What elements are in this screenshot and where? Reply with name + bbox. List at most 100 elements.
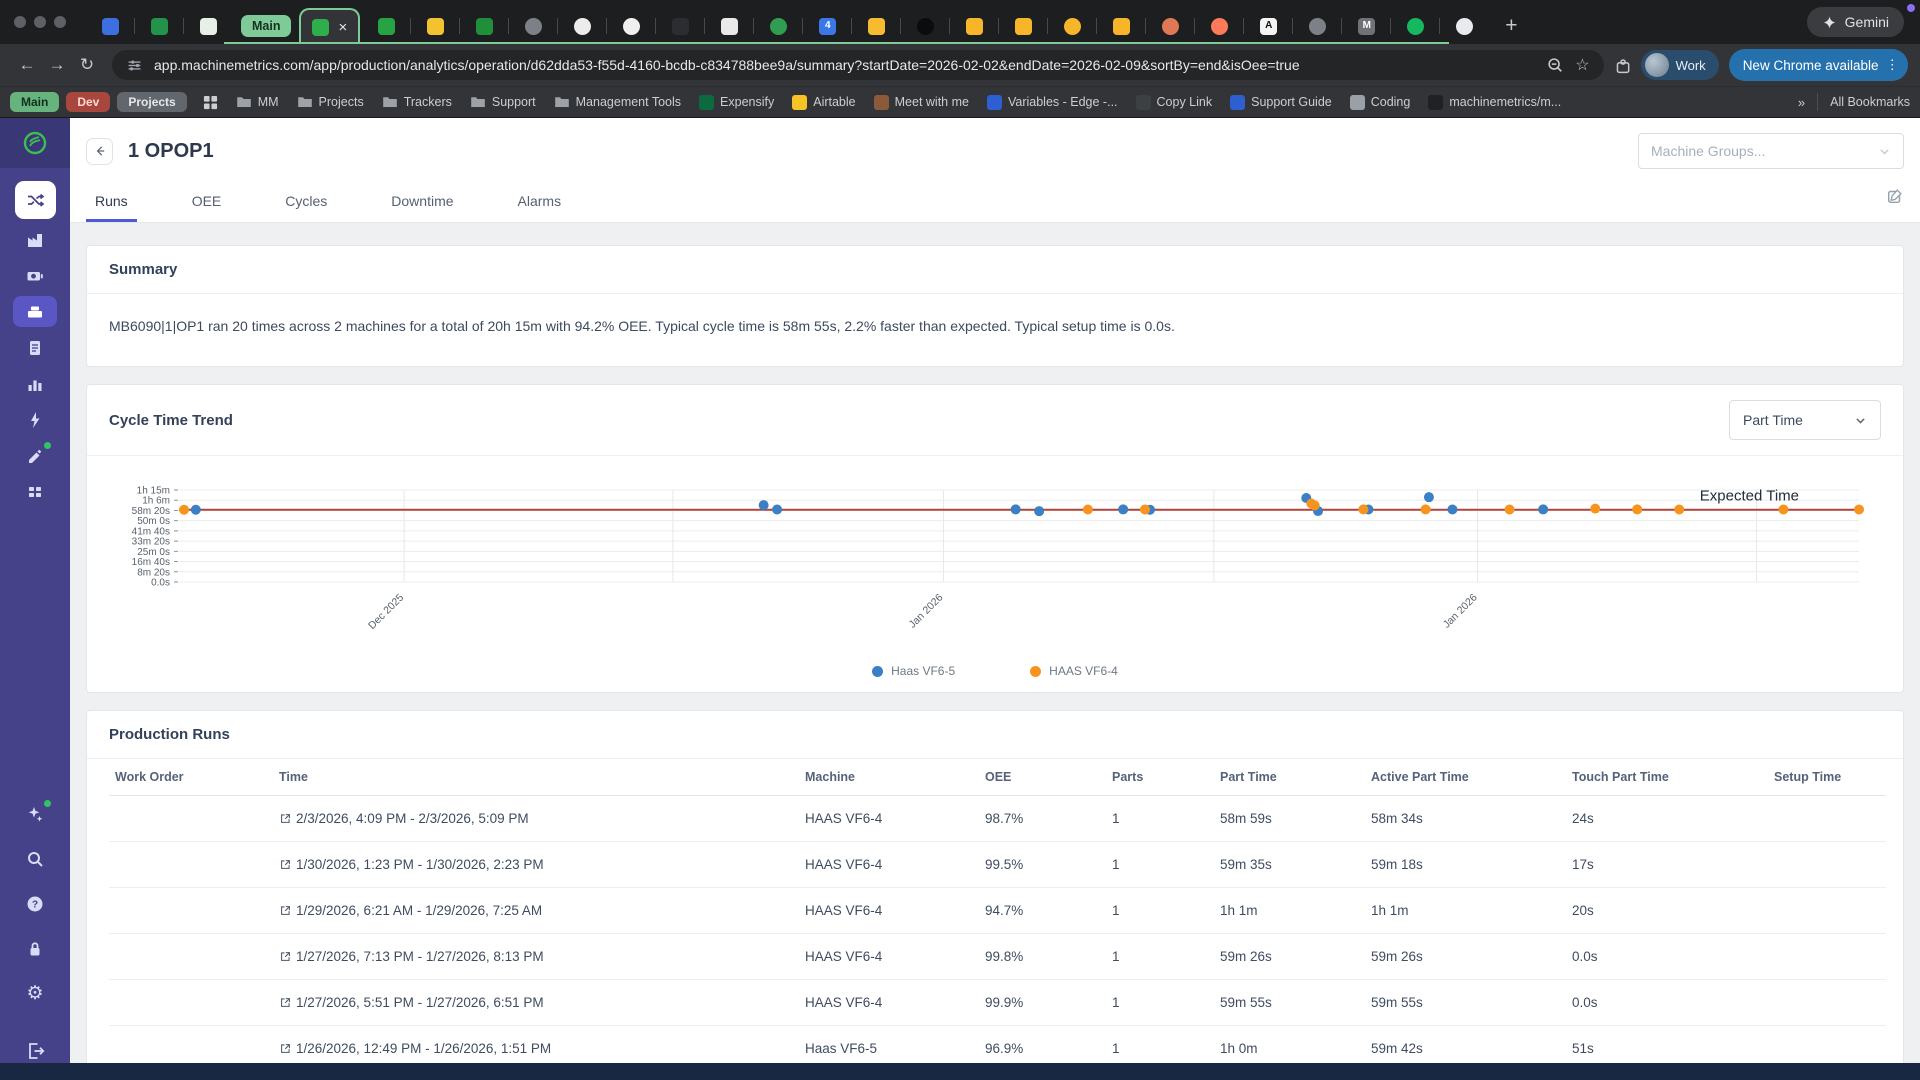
tab-downtime[interactable]: Downtime [382, 180, 462, 222]
bookmark-folder[interactable]: Management Tools [545, 90, 690, 114]
table-row[interactable]: 1/27/2026, 7:13 PM - 1/27/2026, 8:13 PM H… [109, 933, 1886, 980]
close-window-button[interactable] [14, 16, 26, 28]
bookmark-link[interactable]: Copy Link [1127, 90, 1222, 114]
machine-groups-select[interactable]: Machine Groups... [1638, 133, 1904, 169]
machinemetrics-tab[interactable] [362, 8, 411, 44]
legend-entry[interactable]: HAAS VF6-4 [1030, 664, 1118, 678]
calendar-tab[interactable]: 4 [802, 8, 852, 44]
table-row[interactable]: 1/27/2026, 5:51 PM - 1/27/2026, 6:51 PM H… [109, 979, 1886, 1026]
maintenance-icon[interactable] [13, 440, 57, 471]
tab-group-label[interactable]: Main [241, 15, 292, 37]
machines-icon[interactable] [13, 224, 57, 255]
doc-tab[interactable] [183, 8, 233, 44]
shuffle-icon[interactable] [14, 181, 56, 219]
column-header[interactable]: Time [273, 759, 799, 796]
minimize-window-button[interactable] [34, 16, 46, 28]
help-icon[interactable]: ? [13, 888, 57, 919]
yellow-cube-tab[interactable] [410, 8, 460, 44]
tab-groups-grid-icon[interactable] [194, 90, 227, 114]
column-header[interactable]: OEE [979, 759, 1106, 796]
drive-tab[interactable] [851, 8, 901, 44]
profile-chip[interactable]: Work [1640, 50, 1719, 80]
bookmark-folder[interactable]: MM [227, 90, 288, 114]
yellow-loading-tab[interactable] [1047, 8, 1097, 44]
bookmark-folder[interactable]: Support [461, 90, 545, 114]
url-text[interactable]: app.machinemetrics.com/app/production/an… [154, 57, 1535, 73]
machinemetrics-logo[interactable] [0, 118, 70, 168]
tab-runs[interactable]: Runs [86, 180, 137, 222]
globe-tab[interactable] [508, 8, 558, 44]
tab-group-pill-projects[interactable]: Projects [117, 92, 187, 112]
table-row[interactable]: 1/30/2026, 1:23 PM - 1/30/2026, 2:23 PM H… [109, 841, 1886, 888]
claude-starburst-tab[interactable] [1145, 8, 1195, 44]
analytics-icon[interactable] [13, 368, 57, 399]
gemini-button[interactable]: Gemini [1806, 7, 1904, 37]
bookmark-link[interactable]: Expensify [690, 90, 783, 114]
globe-tab-2[interactable] [1292, 8, 1342, 44]
column-header[interactable]: Active Part Time [1365, 759, 1566, 796]
time-cell[interactable]: 2/3/2026, 4:09 PM - 2/3/2026, 5:09 PM [273, 795, 799, 842]
machinemetrics-tab-2[interactable] [459, 8, 509, 44]
time-cell[interactable]: 1/30/2026, 1:23 PM - 1/30/2026, 2:23 PM [273, 841, 799, 888]
chrome-update-button[interactable]: New Chrome available ⋮ [1728, 49, 1908, 81]
bookmark-link[interactable]: Airtable [783, 90, 864, 114]
column-header[interactable]: Machine [799, 759, 979, 796]
reload-icon[interactable]: ↻ [72, 50, 102, 80]
m-tab[interactable]: M [1341, 8, 1391, 44]
zoom-out-icon[interactable] [1546, 56, 1564, 74]
bookmark-star-icon[interactable]: ☆ [1575, 55, 1589, 75]
logout-icon[interactable] [13, 1035, 57, 1066]
all-bookmarks-button[interactable]: All Bookmarks [1830, 95, 1910, 109]
blue-app-tab[interactable] [86, 8, 135, 44]
tune-icon[interactable] [126, 57, 143, 74]
yellow-square-tab[interactable] [949, 8, 999, 44]
search-icon[interactable] [13, 843, 57, 874]
column-header[interactable]: Part Time [1214, 759, 1365, 796]
yellow-square-tab-2[interactable] [998, 8, 1048, 44]
bookmark-folder[interactable]: Projects [288, 90, 373, 114]
hubspot-tab[interactable] [1194, 8, 1244, 44]
events-icon[interactable] [13, 404, 57, 435]
dark-circle-tab[interactable] [900, 8, 950, 44]
yellow-square-tab-3[interactable] [1096, 8, 1146, 44]
green-ring-tab[interactable] [1390, 8, 1440, 44]
cameras-icon[interactable] [13, 260, 57, 291]
zoom-window-button[interactable] [54, 16, 66, 28]
operations-icon[interactable] [13, 296, 57, 327]
active-tab[interactable]: × [299, 8, 361, 44]
column-header[interactable]: Touch Part Time [1566, 759, 1768, 796]
bookmark-link[interactable]: Variables - Edge -... [978, 90, 1127, 114]
tab-group-pill-main[interactable]: Main [10, 92, 60, 112]
new-tab-button[interactable]: + [1505, 14, 1517, 38]
time-cell[interactable]: 1/27/2026, 5:51 PM - 1/27/2026, 6:51 PM [273, 979, 799, 1026]
bookmark-link[interactable]: Support Guide [1221, 90, 1341, 114]
table-row[interactable]: 1/29/2026, 6:21 AM - 1/29/2026, 7:25 AM H… [109, 887, 1886, 934]
terminal-tab[interactable] [655, 8, 705, 44]
back-nav-icon[interactable]: ← [12, 50, 42, 80]
kebab-menu-icon[interactable]: ⋮ [1886, 57, 1900, 73]
table-row[interactable]: 2/3/2026, 4:09 PM - 2/3/2026, 5:09 PM HAA… [109, 795, 1886, 842]
url-bar[interactable]: app.machinemetrics.com/app/production/an… [112, 50, 1604, 80]
tab-cycles[interactable]: Cycles [276, 180, 336, 222]
github-tab[interactable] [606, 8, 656, 44]
bookmark-link[interactable]: Meet with me [865, 90, 978, 114]
forward-nav-icon[interactable]: → [42, 50, 72, 80]
ai-assistant-icon[interactable] [13, 798, 57, 829]
notion-tab[interactable] [704, 8, 754, 44]
column-header[interactable]: Parts [1106, 759, 1214, 796]
column-header[interactable]: Work Order [109, 759, 273, 796]
bookmark-link[interactable]: Coding [1341, 90, 1420, 114]
edit-icon[interactable] [1886, 187, 1904, 210]
reports-icon[interactable] [13, 332, 57, 363]
column-header[interactable]: Setup Time [1768, 759, 1886, 796]
bookmark-link[interactable]: machinemetrics/m... [1419, 90, 1570, 114]
tab-group-pill-dev[interactable]: Dev [66, 92, 111, 112]
cloud-tab[interactable] [1439, 8, 1489, 44]
extensions-puzzle-icon[interactable] [1614, 56, 1633, 75]
bookmarks-overflow-icon[interactable]: » [1798, 95, 1805, 110]
lock-icon[interactable] [13, 933, 57, 964]
bookmark-folder[interactable]: Trackers [373, 90, 461, 114]
leaf-tab[interactable] [753, 8, 803, 44]
legend-entry[interactable]: Haas VF6-5 [872, 664, 955, 678]
metric-select[interactable]: Part Time [1729, 400, 1881, 440]
